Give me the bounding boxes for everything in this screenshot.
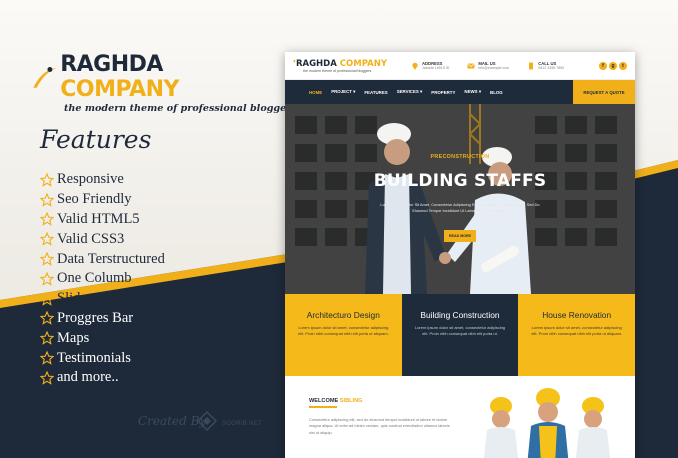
star-icon xyxy=(40,172,54,187)
nav-item-blog[interactable]: BLOG xyxy=(490,90,503,95)
service-card-renovation[interactable]: House Renovation Lorem ipsum dolor sit a… xyxy=(518,294,635,376)
mockup-logo-part1: RAGHDA xyxy=(295,58,337,69)
service-card-construction[interactable]: Building Construction Lorem ipsum dolor … xyxy=(401,294,519,376)
feature-item: Slider Slide xyxy=(40,289,165,309)
hero-subtitle: PRECONSTRUCTION xyxy=(430,154,490,160)
star-icon xyxy=(40,271,54,286)
feature-label: Valid CSS3 xyxy=(57,230,125,247)
mockup-social-links: f g t xyxy=(597,61,627,70)
nav-item-news[interactable]: NEWS ▾ xyxy=(464,89,481,95)
website-mockup: ❜RAGHDA COMPANY the modern theme of prof… xyxy=(285,52,635,458)
welcome-text: Consectetur adipiscing elit, sed do eius… xyxy=(309,417,450,435)
facebook-icon[interactable]: f xyxy=(599,61,607,70)
feature-item: One Columb xyxy=(40,269,165,289)
service-text: Lorem ipsum dolor sit amet, consectetur … xyxy=(531,325,623,336)
service-card-architecture[interactable]: Architecturo Design Lorem ipsum dolor si… xyxy=(285,294,402,376)
feature-label: Proggres Bar xyxy=(57,309,134,326)
feature-item: Valid CSS3 xyxy=(40,229,165,249)
star-icon xyxy=(40,291,54,306)
services-row: Architecturo Design Lorem ipsum dolor si… xyxy=(285,294,635,376)
hero-text: Lorem Ipsum Dolor Sit Amet, Consectetur … xyxy=(380,202,540,213)
features-list: Responsive Seo Friendly Valid HTML5 Vali… xyxy=(40,170,165,388)
mockup-logo-name: ❜RAGHDA COMPANY xyxy=(293,59,393,69)
star-icon xyxy=(40,252,54,266)
star-icon xyxy=(40,311,54,326)
hero-slider: PRECONSTRUCTION BUILDING STAFFS Lorem Ip… xyxy=(285,104,635,294)
service-text: Lorem ipsum dolor sit amet, consectetur … xyxy=(414,325,506,336)
welcome-title-part2: SIBLING xyxy=(339,398,363,404)
hero-title: BUILDING STAFFS xyxy=(373,171,547,191)
mockup-topbar: ❜RAGHDA COMPANY the modern theme of prof… xyxy=(285,52,635,80)
feature-item: Proggres Bar xyxy=(40,309,165,329)
twitter-icon[interactable]: t xyxy=(619,61,627,70)
feature-item: Valid HTML5 xyxy=(40,210,165,230)
service-title: House Renovation xyxy=(542,310,612,320)
logo-swoosh-icon xyxy=(33,67,57,88)
feature-item: Seo Friendly xyxy=(40,190,165,210)
star-icon xyxy=(40,370,54,385)
feature-item: Maps xyxy=(40,328,165,348)
brand-logo: RAGHDA COMPANY the modern theme of profe… xyxy=(30,52,297,114)
feature-item: Data Terstructured xyxy=(40,249,165,269)
nav-item-services[interactable]: SERVICES ▾ xyxy=(397,89,423,95)
mockup-info-phone: CALL US 0812 3456 7890 xyxy=(527,61,564,70)
welcome-section: WELCOME SIBLING Consectetur adipiscing e… xyxy=(285,376,635,458)
features-title: Features xyxy=(40,125,152,154)
feature-label: Responsive xyxy=(57,171,124,188)
star-icon xyxy=(40,331,54,346)
info-value: Jakarta 16515 ID xyxy=(422,66,450,70)
hero-construction-photo xyxy=(285,104,635,294)
star-icon xyxy=(40,232,54,247)
feature-label: and more.. xyxy=(57,369,119,386)
brand-name-part2: COMPANY xyxy=(60,77,179,102)
info-value: 0812 3456 7890 xyxy=(538,66,565,70)
phone-icon xyxy=(529,62,534,69)
service-title: Building Construction xyxy=(420,310,500,320)
location-pin-icon xyxy=(412,62,418,70)
created-by-author: SOORIB.NET xyxy=(222,421,263,427)
nav-item-project[interactable]: PROJECT ▾ xyxy=(331,89,355,95)
nav-item-features[interactable]: FEATURES xyxy=(364,90,387,95)
mockup-logo-tagline: the modern theme of professional blogger… xyxy=(303,68,372,73)
feature-label: Testimonials xyxy=(57,349,131,366)
read-more-button[interactable]: READ MORE xyxy=(444,230,476,242)
mockup-info-mail: MAIL US info@example.com xyxy=(467,61,509,70)
star-icon xyxy=(40,351,54,365)
feature-item: Testimonials xyxy=(40,348,165,368)
feature-label: Data Terstructured xyxy=(57,250,165,267)
nav-item-property[interactable]: PROPERTY xyxy=(431,90,455,95)
mockup-logo[interactable]: ❜RAGHDA COMPANY the modern theme of prof… xyxy=(293,59,393,73)
feature-label: Valid HTML5 xyxy=(57,210,140,227)
star-icon xyxy=(40,192,54,207)
feature-label: One Columb xyxy=(57,270,132,287)
feature-label: Seo Friendly xyxy=(57,191,132,208)
star-icon xyxy=(40,212,54,227)
feature-label: Maps xyxy=(57,329,90,346)
feature-item: Responsive xyxy=(40,170,165,190)
feature-item: and more.. xyxy=(40,368,165,388)
brand-name: RAGHDA COMPANY xyxy=(60,52,250,102)
workers-photo xyxy=(483,388,611,458)
nav-item-home[interactable]: HOME xyxy=(309,90,322,95)
google-plus-icon[interactable]: g xyxy=(609,61,617,70)
welcome-title-part1: WELCOME xyxy=(309,398,339,404)
welcome-underline xyxy=(309,406,337,408)
request-quote-button[interactable]: REQUEST A QUOTE xyxy=(573,80,635,104)
envelope-icon xyxy=(467,62,476,68)
service-text: Lorem ipsum dolor sit amet, consectetur … xyxy=(297,325,389,336)
feature-label: Slider Slide xyxy=(57,290,126,307)
mockup-navbar: HOME PROJECT ▾ FEATURES SERVICES ▾ PROPE… xyxy=(285,80,635,104)
service-title: Architecturo Design xyxy=(306,310,380,320)
author-logo-icon xyxy=(196,410,218,432)
welcome-title: WELCOME SIBLING xyxy=(309,398,362,404)
mockup-logo-part2: COMPANY xyxy=(339,58,388,69)
brand-tagline: the modern theme of professional blogger… xyxy=(64,103,297,114)
info-value: info@example.com xyxy=(478,66,510,70)
mockup-info-address: ADDRESS Jakarta 16515 ID xyxy=(411,61,449,70)
brand-name-part1: RAGHDA xyxy=(60,52,163,77)
